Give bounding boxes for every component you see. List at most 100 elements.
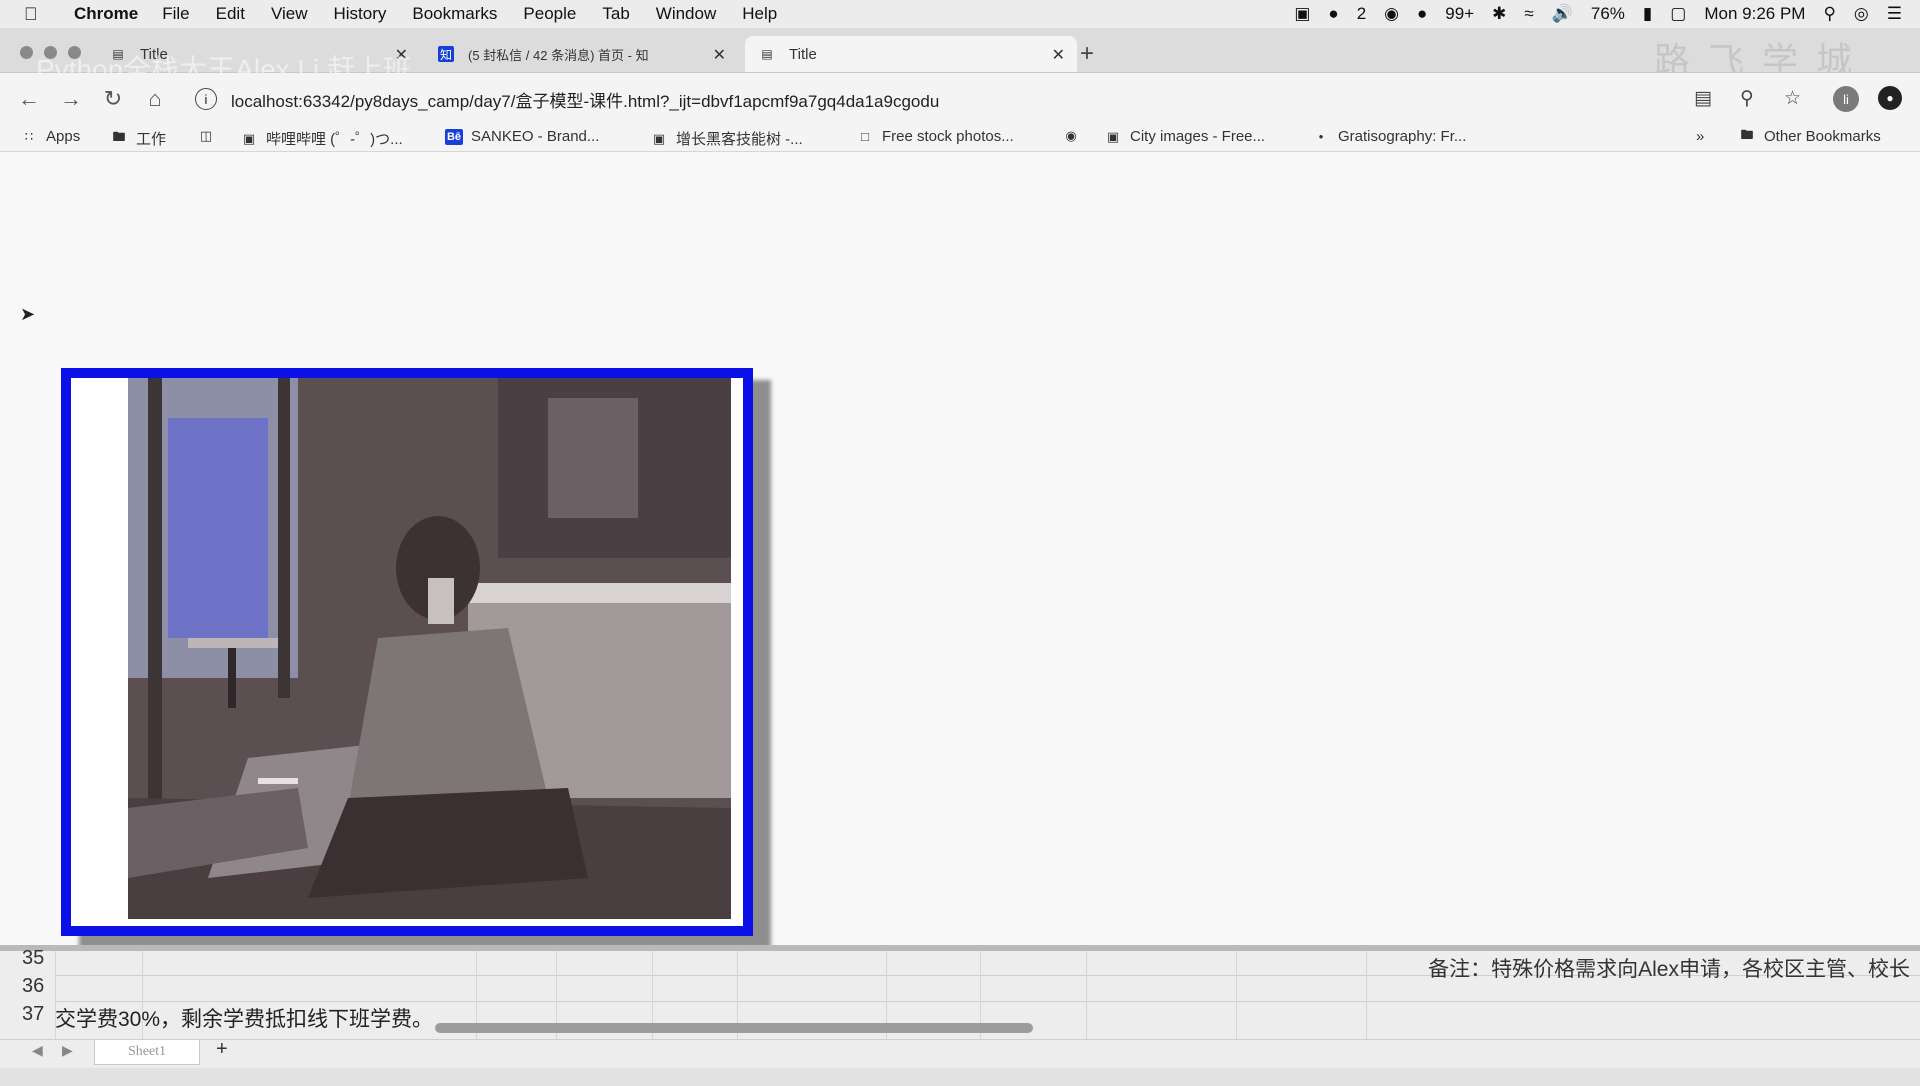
bookmark-sankeo[interactable]: Bē SANKEO - Brand... [445,128,599,145]
pexels-icon: □ [861,129,869,144]
row37-cell[interactable]: 交学费30%，剩余学费抵扣线下班学费。 [55,1003,433,1033]
url-text[interactable]: localhost:63342/py8days_camp/day7/盒子模型-课… [231,87,939,112]
bookmark-label: City images - Free... [1130,128,1266,145]
menu-people[interactable]: People [523,4,576,24]
menu-window[interactable]: Window [656,4,716,24]
menu-edit[interactable]: Edit [216,4,245,24]
spreadsheet-window: 35 36 37 备注：特殊价格需求向Alex申请，各校区主管、校长 交学费30… [0,945,1920,1086]
bookmark-label: Other Bookmarks [1764,128,1881,145]
home-icon[interactable]: ⌂ [134,86,176,112]
globe-icon: ◉ [1065,128,1077,143]
other-bookmarks[interactable]: 🖿 Other Bookmarks [1738,127,1881,146]
bookmark-star-icon[interactable]: ☆ [1784,87,1801,110]
address-bar[interactable]: i localhost:63342/py8days_camp/day7/盒子模型… [195,83,1595,115]
browser-toolbar: ← → ↻ ⌂ i localhost:63342/py8days_camp/d… [0,73,1920,125]
menu-tab[interactable]: Tab [602,4,629,24]
s-app-icon[interactable]: ▢ [1670,4,1686,24]
siri-icon[interactable]: ◎ [1854,4,1869,24]
dot-icon: • [1318,129,1324,144]
battery-icon[interactable]: ▮ [1643,4,1652,24]
qq-count: 99+ [1445,4,1475,23]
bookmark-folder-work[interactable]: 🖿 工作 [110,128,166,149]
add-sheet-button[interactable]: + [216,1038,228,1061]
notification-count: 2 [1356,4,1367,23]
bluetooth-icon[interactable]: ✱ [1492,4,1506,24]
close-tab-icon[interactable]: ✕ [1052,45,1065,65]
wechat-icon[interactable]: ◉ [1384,4,1399,24]
bookmark-city-images[interactable]: ▣ City images - Free... [1104,128,1265,145]
sheet-tab[interactable]: Sheet1 [94,1040,200,1065]
battery-percent: 76% [1590,4,1625,23]
bilibili-icon: ◫ [199,128,213,143]
menu-view[interactable]: View [271,4,308,24]
bookmark-apps[interactable]: ∷ Apps [20,128,80,145]
bookmark-label: 增长黑客技能树 -... [676,131,803,148]
spotlight-search-icon[interactable]: ⚲ [1823,4,1835,24]
page-favicon-icon: ▤ [761,47,773,61]
screen-record-icon[interactable]: ▣ [1294,4,1310,24]
bookmark-bilibili[interactable]: ◫ [197,128,223,144]
notification-center-icon[interactable]: ☰ [1887,4,1902,24]
spreadsheet-status-bar [0,1068,1920,1086]
row-divider [55,1001,1920,1002]
remark-cell[interactable]: 备注：特殊价格需求向Alex申请，各校区主管、校长 [1428,953,1910,983]
mouse-pointer-icon: ➤ [20,304,36,324]
bookmark-gratisography[interactable]: • Gratisography: Fr... [1312,128,1467,145]
close-window-button[interactable] [20,46,33,59]
volume-icon[interactable]: 🔊 [1552,4,1573,24]
photo-illustration [128,378,731,919]
bookmarks-overflow-button[interactable]: » [1696,128,1704,145]
row-number: 37 [22,1003,45,1025]
tab-label: (5 封私信 / 42 条消息) 首页 - 知 [468,47,649,63]
menu-history[interactable]: History [333,4,386,24]
wifi-icon[interactable]: ≈ [1524,4,1533,24]
site-info-icon[interactable]: i [195,88,217,110]
menu-file[interactable]: File [162,4,189,24]
tab-title-active[interactable]: ▤ Title ✕ [745,36,1077,72]
tab-zhihu[interactable]: 知 (5 封私信 / 42 条消息) 首页 - 知 ✕ [438,36,738,72]
profile-avatar[interactable]: li [1833,86,1859,112]
next-sheet-arrow-icon[interactable]: ▶ [62,1042,73,1059]
column-divider [1366,951,1367,1039]
column-divider [1236,951,1237,1039]
qq-icon[interactable]: ● [1417,4,1427,24]
behance-icon: Bē [445,128,463,145]
tab-label: Title [789,45,817,63]
reload-icon[interactable]: ↻ [92,86,134,112]
column-divider [1086,951,1087,1039]
bookmark-globe[interactable]: ◉ [1062,128,1088,144]
translate-icon[interactable]: ▤ [1694,87,1712,110]
apple-menu-icon[interactable]:  [24,4,52,25]
menu-status-area: ▣ ● 2 ◉ ● 99+ ✱ ≈ 🔊 76% ▮ ▢ Mon 9:26 PM … [1294,0,1902,28]
menu-help[interactable]: Help [742,4,777,24]
row-number: 36 [22,975,45,997]
zhihu-favicon-icon: 知 [438,46,454,62]
menu-bookmarks[interactable]: Bookmarks [412,4,497,24]
prev-sheet-arrow-icon[interactable]: ◀ [32,1042,43,1059]
box-model-div [61,368,753,936]
clock[interactable]: Mon 9:26 PM [1704,4,1805,24]
bookmark-label: Gratisography: Fr... [1338,128,1467,145]
bookmark-label: SANKEO - Brand... [471,128,600,145]
row-number: 35 [22,947,45,969]
bookmark-bilibili-site[interactable]: ▣ 哔哩哔哩 (゜-゜)つ... [240,128,403,149]
bookmark-growth-hacker[interactable]: ▣ 增长黑客技能树 -... [650,128,803,149]
bookmark-label: 工作 [136,131,167,148]
tab-strip: ▤ Title ✕ 知 (5 封私信 / 42 条消息) 首页 - 知 ✕ ▤ … [0,28,1920,85]
sheet-tab-bar: ◀ ▶ Sheet1 + [0,1038,1920,1068]
menu-app-name[interactable]: Chrome [74,4,138,24]
bookmark-pexels[interactable]: □ Free stock photos... [856,128,1014,145]
new-tab-button[interactable]: + [1080,40,1094,68]
zoom-icon[interactable]: ⚲ [1740,87,1754,110]
bookmark-label: Free stock photos... [882,128,1014,145]
forward-arrow-icon[interactable]: → [50,86,92,112]
tv-icon: ▣ [242,130,256,146]
extension-icon[interactable]: ● [1878,86,1902,110]
back-arrow-icon[interactable]: ← [8,86,50,112]
notification-icon[interactable]: ● [1328,4,1338,24]
apps-grid-icon: ∷ [24,128,34,144]
close-tab-icon[interactable]: ✕ [713,45,726,65]
bookmark-label: Apps [46,128,81,145]
content-image[interactable] [128,378,731,919]
horizontal-scrollbar[interactable] [435,1023,1033,1033]
